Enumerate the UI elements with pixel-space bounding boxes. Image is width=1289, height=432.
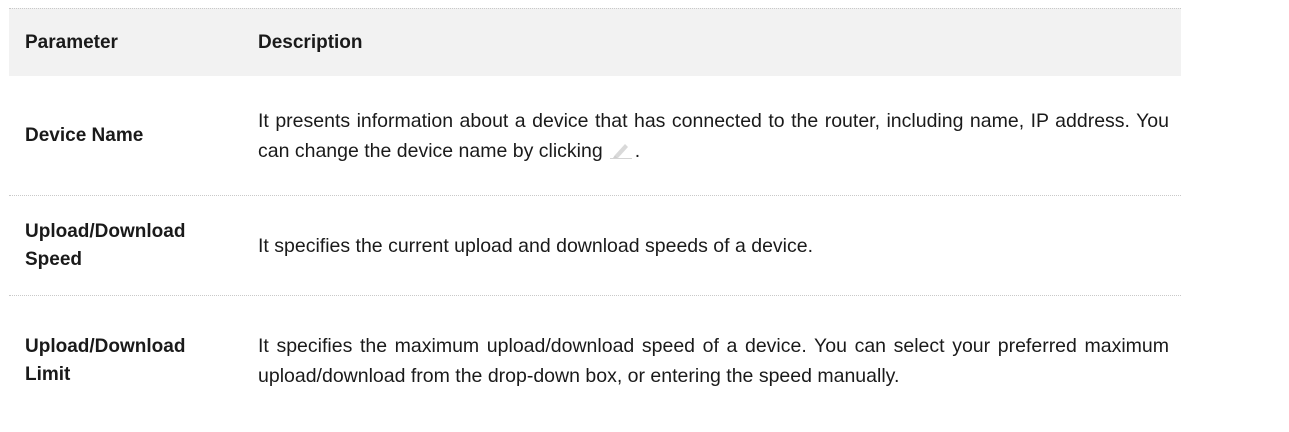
parameter-table: Parameter Description Device Name It pre… — [9, 8, 1181, 425]
desc-device-name-end: . — [634, 139, 641, 162]
desc-device-name-text: It presents information about a device t… — [258, 109, 1169, 162]
header-description: Description — [258, 31, 363, 53]
desc-device-name: It presents information about a device t… — [258, 106, 1181, 166]
param-limit-line1: Upload/Download — [25, 335, 186, 357]
table-row: Upload/Download Speed It specifies the cu… — [9, 196, 1181, 296]
header-parameter: Parameter — [25, 31, 118, 53]
table-row: Upload/Download Limit It specifies the ma… — [9, 296, 1181, 425]
table-row: Device Name It presents information abou… — [9, 76, 1181, 196]
param-speed-line2: Speed — [25, 248, 83, 270]
param-upload-download-speed: Upload/Download Speed — [9, 218, 258, 274]
desc-upload-download-speed: It specifies the current upload and down… — [258, 234, 814, 257]
param-upload-download-limit: Upload/Download Limit — [9, 333, 258, 389]
param-device-name: Device Name — [25, 124, 144, 146]
desc-upload-download-limit: It specifies the maximum upload/download… — [258, 334, 1169, 387]
param-limit-line2: Limit — [25, 363, 71, 385]
table-header-row: Parameter Description — [9, 8, 1181, 76]
param-speed-line1: Upload/Download — [25, 220, 186, 242]
edit-pencil-icon — [609, 143, 632, 159]
